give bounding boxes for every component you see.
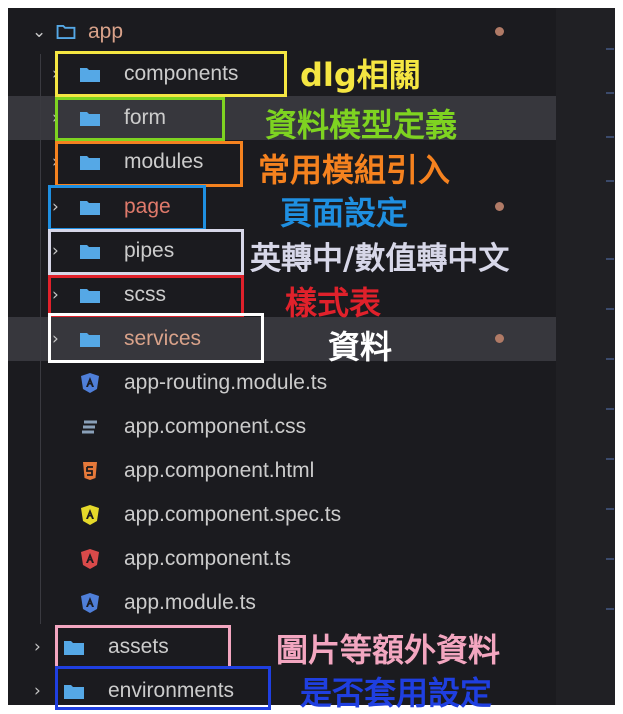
file-row[interactable]: app.module.ts [8,581,556,625]
minimap-mark [606,508,614,510]
minimap-mark [606,558,614,560]
file-row[interactable]: app.component.html [8,449,556,493]
annotation-box-page [48,185,206,231]
minimap-mark [606,258,614,260]
minimap-mark [606,48,614,50]
minimap-mark [606,180,614,182]
modified-dot-icon [495,202,504,211]
chevron-right-icon[interactable]: › [34,669,41,705]
annotation-note-scss: 樣式表 [285,284,382,322]
annotation-note-assets: 圖片等額外資料 [276,631,501,669]
minimap-mark [606,408,614,410]
annotation-note-environments: 是否套用設定 [300,674,493,712]
indent-guide [40,54,41,624]
minimap-mark [606,92,614,94]
annotation-note-page: 頁面設定 [280,194,409,232]
tree-root-app[interactable]: ⌄ app [8,10,556,54]
annotation-box-components [55,51,287,97]
angular-icon [81,593,99,613]
minimap-mark [606,608,614,610]
file-label: app.component.spec.ts [124,503,342,526]
annotation-note-services: 資料 [328,328,393,366]
annotation-box-form [55,97,225,141]
html-icon [83,462,97,480]
modified-dot-icon [495,334,504,343]
annotation-box-pipes [48,229,244,275]
minimap-gutter [556,8,615,705]
annotation-box-environments [55,666,271,710]
file-label: app.component.ts [124,547,291,570]
file-label: app.component.html [124,459,315,482]
modified-dot-icon [495,27,504,36]
minimap-mark [606,136,614,138]
angular-component-icon [81,549,99,569]
annotation-note-modules: 常用模組引入 [258,151,451,189]
angular-test-icon [81,505,99,525]
file-row[interactable]: app.component.css [8,405,556,449]
annotation-box-assets [55,625,231,669]
file-row[interactable]: app.component.spec.ts [8,493,556,537]
chevron-down-icon[interactable]: ⌄ [32,10,46,54]
file-label: app.component.css [124,415,307,438]
file-row[interactable]: app-routing.module.ts [8,361,556,405]
css-icon [82,420,97,434]
chevron-right-icon[interactable]: › [34,625,41,669]
minimap-mark [606,308,614,310]
annotation-box-services [48,313,264,363]
file-label: app.module.ts [124,591,256,614]
annotation-box-scss [48,275,244,317]
folder-open-icon [56,24,76,39]
minimap-mark [606,458,614,460]
annotation-note-form: 資料模型定義 [265,106,458,144]
annotation-note-pipes: 英轉中/數值轉中文 [250,241,510,277]
annotation-box-modules [55,141,243,187]
tree-root-label: app [88,20,124,43]
minimap-mark [606,358,614,360]
file-label: app-routing.module.ts [124,371,328,394]
angular-icon [81,373,99,393]
annotation-note-components: dlg相關 [300,56,421,94]
file-row[interactable]: app.component.ts [8,537,556,581]
